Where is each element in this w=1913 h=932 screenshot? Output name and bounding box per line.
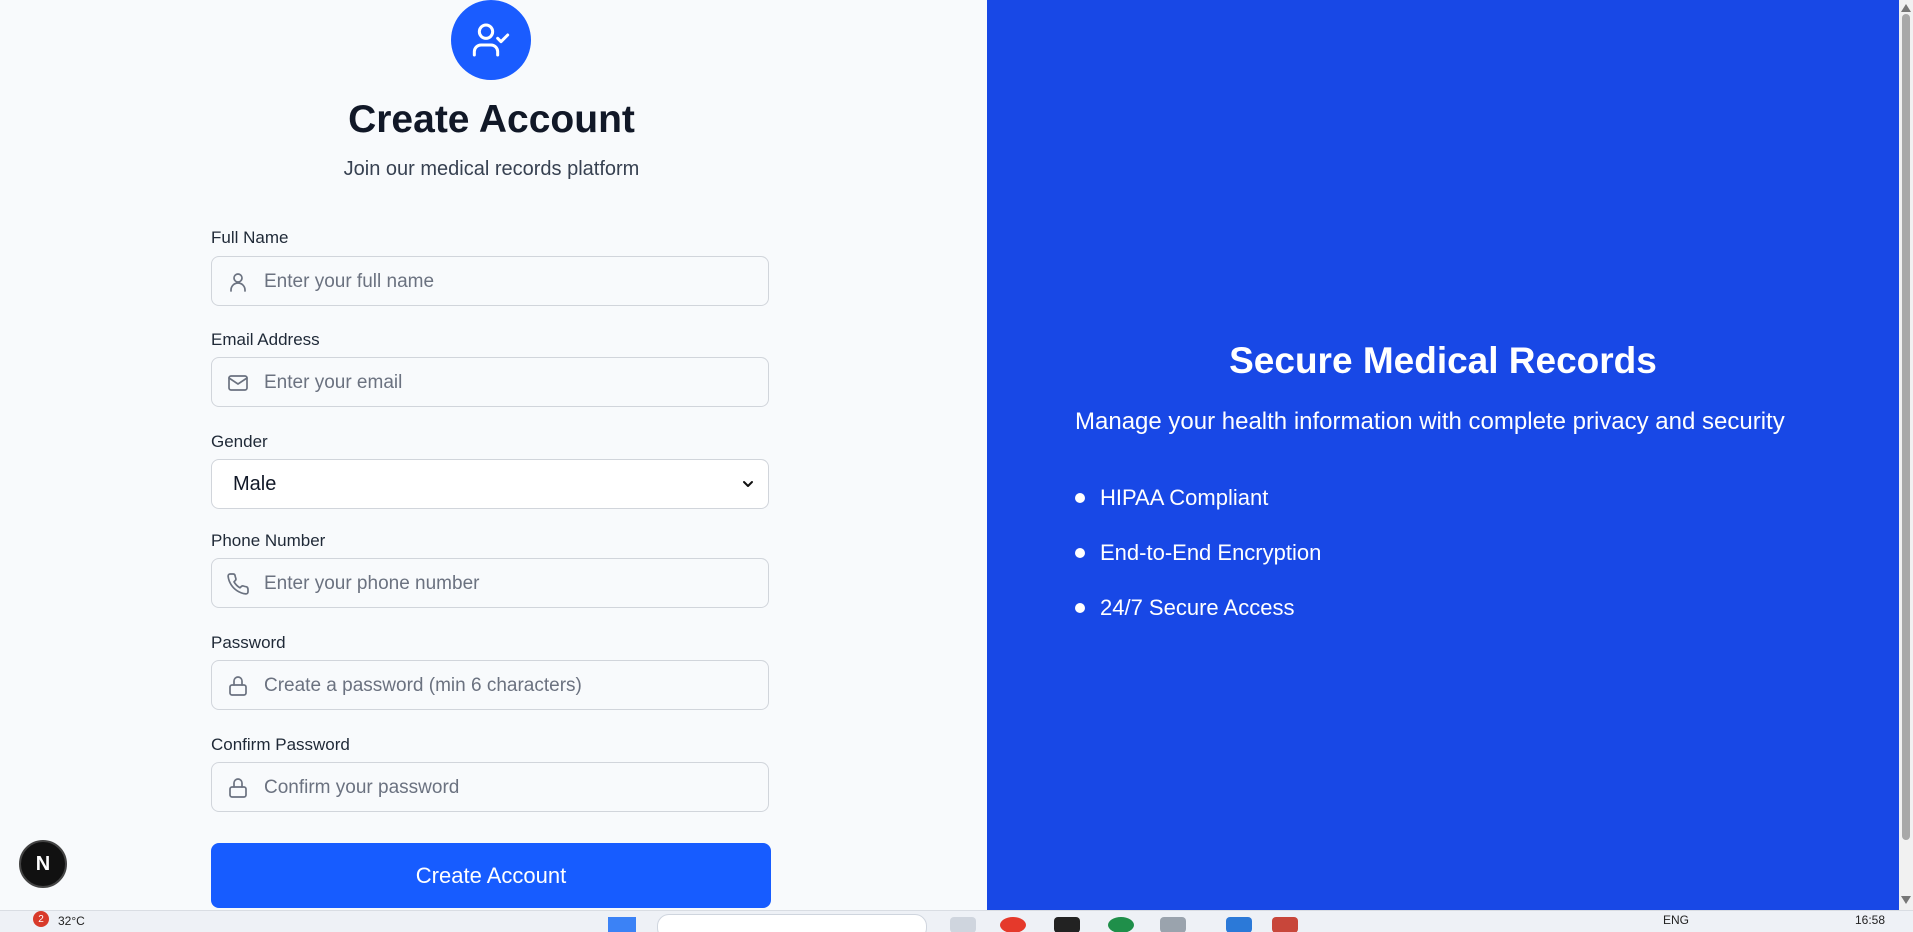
user-check-icon (451, 0, 531, 80)
full-name-input[interactable] (262, 257, 761, 307)
phone-input[interactable] (262, 559, 761, 609)
page-title: Create Account (348, 98, 635, 141)
feature-label: 24/7 Secure Access (1100, 595, 1295, 620)
bullet-icon (1075, 603, 1085, 613)
dev-tools-badge[interactable]: N (19, 840, 67, 888)
full-name-label: Full Name (211, 228, 289, 247)
create-account-button[interactable]: Create Account (211, 843, 771, 908)
feature-label: HIPAA Compliant (1100, 485, 1269, 510)
email-field[interactable] (211, 357, 769, 408)
promo-title: Secure Medical Records (1229, 340, 1657, 381)
taskbar-app-icon[interactable] (1108, 917, 1134, 932)
full-name-field[interactable] (211, 256, 769, 307)
feature-item: End-to-End Encryption (1075, 535, 1321, 590)
phone-field[interactable] (211, 558, 769, 609)
lock-icon (229, 778, 247, 798)
vertical-scrollbar[interactable] (1899, 0, 1913, 910)
password-field[interactable] (211, 660, 769, 711)
gender-select[interactable]: Male (211, 459, 769, 509)
bullet-icon (1075, 493, 1085, 503)
feature-item: HIPAA Compliant (1075, 480, 1321, 535)
phone-label: Phone Number (211, 531, 326, 550)
taskbar-app-icon[interactable] (1000, 917, 1026, 932)
page-subtitle: Join our medical records platform (343, 158, 640, 180)
email-input[interactable] (262, 358, 761, 408)
taskbar-app-icon[interactable] (1226, 917, 1252, 932)
taskbar-app-icon[interactable] (1160, 917, 1186, 932)
language-indicator[interactable]: ENG (1663, 913, 1689, 927)
user-icon (230, 273, 246, 292)
promo-text: Manage your health information with comp… (1075, 408, 1785, 435)
confirm-password-input[interactable] (262, 763, 761, 813)
windows-start-icon[interactable] (608, 917, 636, 932)
lock-icon (229, 676, 247, 696)
taskbar-app-icon[interactable] (950, 917, 976, 932)
promo-panel: Secure Medical Records Manage your healt… (987, 0, 1899, 910)
weather-notification-badge: 2 (33, 911, 49, 927)
phone-icon (227, 573, 249, 595)
feature-list: HIPAA Compliant End-to-End Encryption 24… (1075, 480, 1321, 645)
password-input[interactable] (262, 661, 761, 711)
chevron-down-icon (743, 481, 753, 487)
os-taskbar: 2 32°C ENG 16:58 (0, 910, 1913, 932)
gender-label: Gender (211, 432, 268, 451)
clock[interactable]: 16:58 (1855, 913, 1885, 927)
confirm-password-label: Confirm Password (211, 735, 350, 754)
feature-item: 24/7 Secure Access (1075, 590, 1321, 645)
taskbar-search-box[interactable] (657, 914, 927, 932)
scroll-thumb[interactable] (1902, 14, 1910, 840)
confirm-password-field[interactable] (211, 762, 769, 813)
taskbar-app-icon[interactable] (1054, 917, 1080, 932)
taskbar-app-icon[interactable] (1272, 917, 1298, 932)
scroll-down-arrow-icon[interactable] (1901, 896, 1911, 904)
mail-icon (228, 375, 248, 391)
bullet-icon (1075, 548, 1085, 558)
feature-label: End-to-End Encryption (1100, 540, 1322, 565)
gender-selected-value: Male (233, 473, 277, 495)
email-label: Email Address (211, 330, 320, 349)
weather-temperature[interactable]: 32°C (58, 914, 85, 928)
signup-panel: Create Account Join our medical records … (0, 0, 987, 910)
password-label: Password (211, 633, 286, 652)
scroll-up-arrow-icon[interactable] (1901, 4, 1911, 12)
